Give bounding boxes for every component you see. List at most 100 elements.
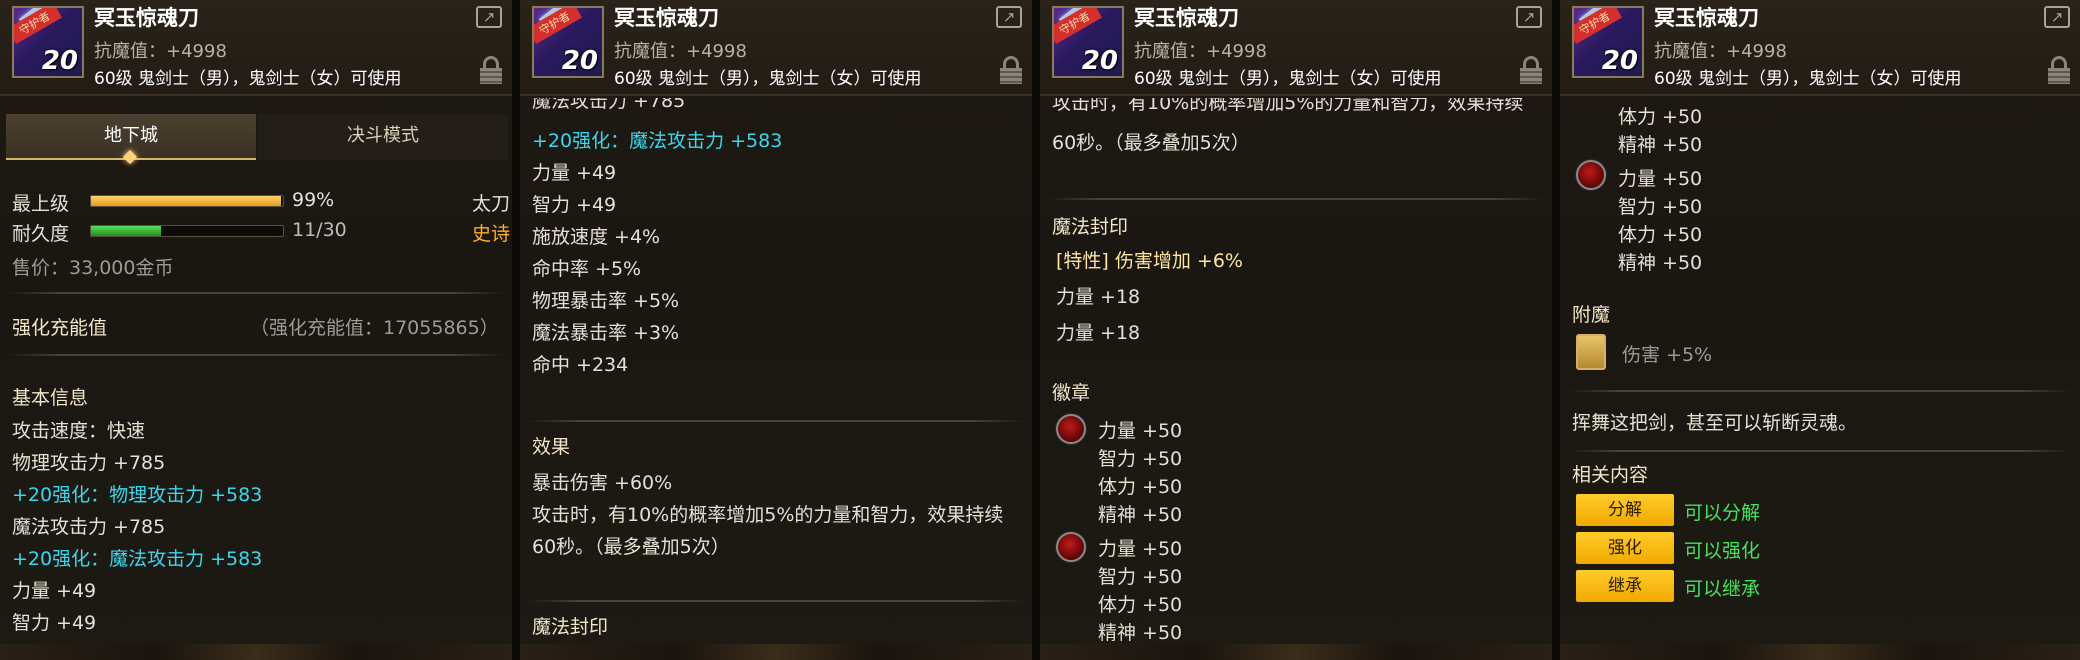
icon-tag: 守护者 (1574, 8, 1622, 45)
crit-damage: 暴击伤害 +60% (532, 472, 673, 494)
item-name: 冥玉惊魂刀 (1654, 6, 1759, 30)
mag-enhance: +20强化：魔法攻击力 +583 (532, 130, 783, 152)
tooltip-panel-3: 守护者 20 冥玉惊魂刀 抗魔值：+4998 60级 鬼剑士（男），鬼剑士（女）… (1040, 0, 1556, 660)
icon-tag: 守护者 (14, 8, 62, 45)
seal-str-1: 力量 +18 (1056, 286, 1141, 308)
effect-line-1: 攻击时，有10%的概率增加5%的力量和智力，效果持续 (532, 504, 1004, 526)
emblem-orb-icon (1056, 414, 1086, 444)
seal-title: 魔法封印 (1052, 216, 1129, 238)
disassemble-desc: 可以分解 (1684, 502, 1761, 524)
lock-icon[interactable] (480, 56, 502, 84)
tooltip-header: 守护者 20 冥玉惊魂刀 抗魔值：+4998 60级 鬼剑士（男），鬼剑士（女）… (1040, 0, 1552, 96)
emblem-3-spr: 精神 +50 (1618, 252, 1703, 274)
enchant-title: 附魔 (1572, 304, 1611, 326)
share-icon[interactable]: ↗ (996, 6, 1022, 28)
stat-int: 智力 +49 (532, 194, 617, 216)
weapon-type: 太刀 (472, 193, 511, 215)
emblem-prev-spr: 精神 +50 (1618, 134, 1703, 156)
inherit-desc: 可以继承 (1684, 578, 1761, 600)
durability-bar (90, 225, 284, 237)
basic-info-title: 基本信息 (12, 387, 89, 409)
grade-value: 99% (292, 189, 335, 211)
emblem-2-str: 力量 +50 (1098, 538, 1183, 560)
anti-magic-value: 抗魔值：+4998 (1654, 41, 1787, 62)
grade-label: 最上级 (12, 193, 70, 215)
emblem-1-str: 力量 +50 (1098, 420, 1183, 442)
mag-attack-partial: 魔法攻击力 +785 (532, 98, 686, 112)
icon-tag: 守护者 (1054, 8, 1102, 45)
icon-level: 20 (1601, 46, 1638, 76)
effect-line-2: 60秒。（最多叠加5次） (1052, 132, 1250, 154)
tab-duel[interactable]: 决斗模式 (258, 114, 508, 160)
emblem-3-str: 力量 +50 (1618, 168, 1703, 190)
anti-magic-value: 抗魔值：+4998 (94, 41, 227, 62)
seal-str-2: 力量 +18 (1056, 322, 1141, 344)
weapon-icon: 守护者 20 (532, 6, 604, 78)
accuracy: 命中 +234 (532, 354, 629, 376)
stat-str: 力量 +49 (12, 580, 97, 602)
icon-level: 20 (561, 46, 598, 76)
tooltip-header: 守护者 20 冥玉惊魂刀 抗魔值：+4998 60级 鬼剑士（男），鬼剑士（女）… (1560, 0, 2080, 96)
enhance-desc: 可以强化 (1684, 540, 1761, 562)
phys-attack: 物理攻击力 +785 (12, 452, 166, 474)
emblem-1-int: 智力 +50 (1098, 448, 1183, 470)
lock-icon[interactable] (1000, 56, 1022, 84)
tooltip-panel-4: 守护者 20 冥玉惊魂刀 抗魔值：+4998 60级 鬼剑士（男），鬼剑士（女）… (1560, 0, 2080, 660)
emblem-prev-vit: 体力 +50 (1618, 106, 1703, 128)
lock-icon[interactable] (2048, 56, 2070, 84)
stat-str: 力量 +49 (532, 162, 617, 184)
effect-line-2: 60秒。（最多叠加5次） (532, 536, 730, 558)
mag-crit: 魔法暴击率 +3% (532, 322, 680, 344)
effect-title: 效果 (532, 436, 571, 458)
seal-trait: [特性] 伤害增加 +6% (1056, 250, 1243, 272)
hit-rate: 命中率 +5% (532, 258, 642, 280)
tooltip-header: 守护者 20 冥玉惊魂刀 抗魔值：+4998 60级 鬼剑士（男），鬼剑士（女）… (520, 0, 1032, 96)
charge-label: 强化充能值 (12, 317, 108, 339)
emblem-orb-icon (1056, 532, 1086, 562)
inherit-button[interactable]: 继承 (1576, 570, 1674, 602)
seal-title: 魔法封印 (532, 616, 609, 638)
related-title: 相关内容 (1572, 464, 1649, 486)
enchant-card-icon (1576, 334, 1606, 370)
grade-bar (90, 195, 284, 207)
tooltip-content: 体力 +50 精神 +50 力量 +50 智力 +50 体力 +50 精神 +5… (1560, 98, 2080, 644)
mag-attack: 魔法攻击力 +785 (12, 516, 166, 538)
enhance-button[interactable]: 强化 (1576, 532, 1674, 564)
icon-tag: 守护者 (534, 8, 582, 45)
tooltip-panel-1: 守护者 20 冥玉惊魂刀 抗魔值：+4998 60级 鬼剑士（男），鬼剑士（女）… (0, 0, 516, 660)
price: 售价：33,000金币 (12, 257, 174, 279)
item-name: 冥玉惊魂刀 (1134, 6, 1239, 30)
emblem-1-spr: 精神 +50 (1098, 504, 1183, 526)
anti-magic-value: 抗魔值：+4998 (1134, 41, 1267, 62)
anti-magic-value: 抗魔值：+4998 (614, 41, 747, 62)
disassemble-button[interactable]: 分解 (1576, 494, 1674, 526)
emblem-1-vit: 体力 +50 (1098, 476, 1183, 498)
lock-icon[interactable] (1520, 56, 1542, 84)
weapon-icon: 守护者 20 (12, 6, 84, 78)
emblem-title: 徽章 (1052, 382, 1091, 404)
weapon-icon: 守护者 20 (1052, 6, 1124, 78)
charge-value: （强化充能值：17055865） (250, 317, 499, 339)
phys-crit: 物理暴击率 +5% (532, 290, 680, 312)
emblem-orb-icon (1576, 160, 1606, 190)
stat-int: 智力 +49 (12, 612, 97, 634)
rarity: 史诗 (472, 223, 511, 245)
weapon-icon: 守护者 20 (1572, 6, 1644, 78)
share-icon[interactable]: ↗ (476, 6, 502, 28)
icon-level: 20 (41, 46, 78, 76)
item-name: 冥玉惊魂刀 (94, 6, 199, 30)
attack-speed: 攻击速度：快速 (12, 420, 146, 442)
enchant-value: 伤害 +5% (1622, 344, 1713, 366)
share-icon[interactable]: ↗ (1516, 6, 1542, 28)
emblem-3-int: 智力 +50 (1618, 196, 1703, 218)
requirement: 60级 鬼剑士（男），鬼剑士（女）可使用 (614, 69, 922, 89)
flavor-text: 挥舞这把剑，甚至可以斩断灵魂。 (1572, 412, 1858, 434)
tooltip-content: 魔法攻击力 +785 +20强化：魔法攻击力 +583 力量 +49 智力 +4… (520, 98, 1032, 644)
phys-enhance: +20强化：物理攻击力 +583 (12, 484, 263, 506)
tooltip-panel-2: 守护者 20 冥玉惊魂刀 抗魔值：+4998 60级 鬼剑士（男），鬼剑士（女）… (520, 0, 1036, 660)
durability-label: 耐久度 (12, 223, 70, 245)
item-name: 冥玉惊魂刀 (614, 6, 719, 30)
share-icon[interactable]: ↗ (2044, 6, 2070, 28)
emblem-3-vit: 体力 +50 (1618, 224, 1703, 246)
cast-speed: 施放速度 +4% (532, 226, 661, 248)
